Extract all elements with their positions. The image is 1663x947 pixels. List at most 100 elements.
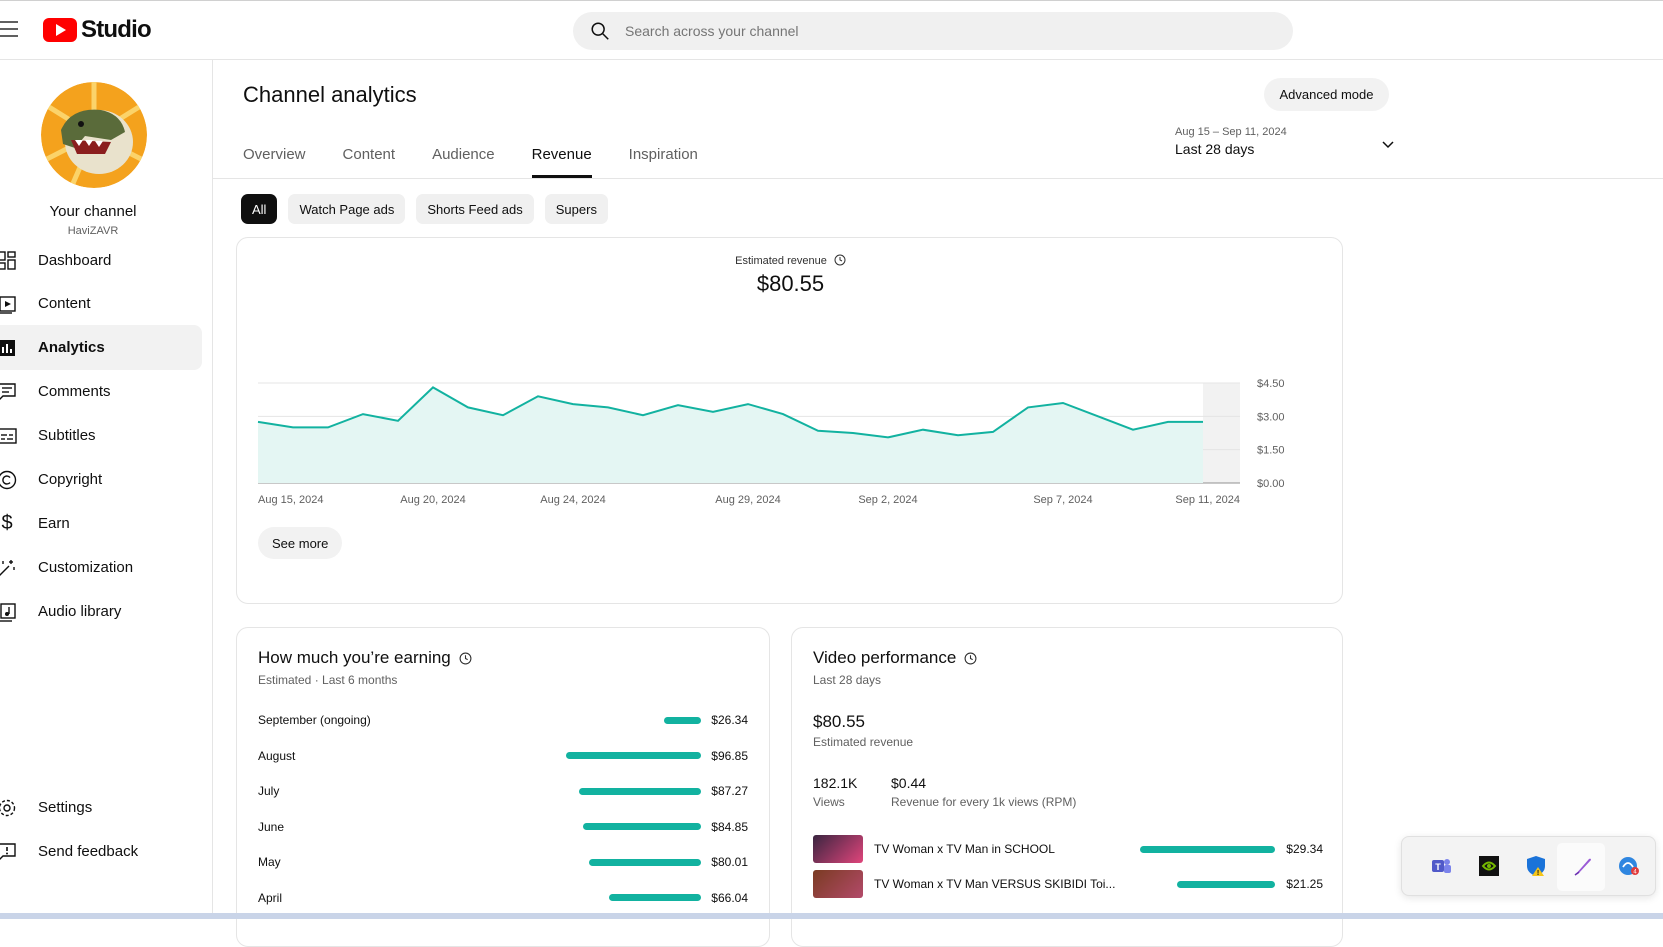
sidebar-item-label: Send feedback — [38, 843, 139, 860]
chart-x-tick-label: Sep 2, 2024 — [858, 494, 917, 506]
sidebar-item-send-feedback[interactable]: Send feedback — [0, 829, 202, 874]
studio-logo[interactable]: Studio — [43, 16, 152, 43]
vp-revenue-value: $80.55 — [813, 712, 865, 731]
video-thumbnail[interactable] — [813, 835, 863, 863]
system-tray-flyout: T ! 4 — [1401, 836, 1656, 896]
sidebar-item-label: Dashboard — [38, 252, 112, 269]
earnings-bar — [589, 858, 701, 866]
video-thumbnail[interactable] — [813, 870, 863, 898]
chip-shorts-feed-ads[interactable]: Shorts Feed ads — [416, 194, 534, 224]
page-title: Channel analytics — [243, 82, 417, 107]
channel-avatar[interactable] — [41, 82, 147, 188]
earnings-amount: $96.85 — [711, 748, 748, 763]
chart-area — [258, 387, 1203, 483]
video-title[interactable]: TV Woman x TV Man in SCHOOL — [874, 842, 1055, 856]
earnings-amount: $66.04 — [711, 890, 748, 905]
menu-icon[interactable] — [0, 21, 18, 37]
sidebar-item-content[interactable]: Content — [0, 281, 202, 326]
sidebar-item-label: Customization — [38, 559, 134, 576]
advanced-mode-button[interactable]: Advanced mode — [1264, 78, 1389, 111]
revenue-filter-chips: All Watch Page ads Shorts Feed ads Super… — [241, 194, 619, 224]
brand-text: Studio — [81, 16, 152, 43]
defender-icon[interactable]: ! — [1525, 855, 1547, 877]
sidebar-item-copyright[interactable]: Copyright — [0, 457, 202, 502]
svg-text:T: T — [1435, 862, 1441, 872]
earnings-bar — [609, 894, 701, 901]
youtube-logo-icon — [43, 18, 77, 42]
tab-audience[interactable]: Audience — [432, 146, 495, 178]
chart-x-tick-label: Sep 11, 2024 — [1175, 494, 1240, 506]
sidebar-item-settings[interactable]: Settings — [0, 785, 202, 830]
tab-revenue[interactable]: Revenue — [531, 146, 592, 178]
sidebar-item-comments[interactable]: Comments — [0, 369, 202, 414]
comments-icon — [0, 381, 18, 403]
chip-watch-page-ads[interactable]: Watch Page ads — [288, 194, 406, 224]
earnings-row: August $96.85 — [258, 746, 748, 766]
video-row[interactable]: TV Woman x TV Man in SCHOOL $29.34 — [813, 834, 1323, 864]
video-performance-card: Video performance Last 28 days $80.55 Es… — [791, 627, 1343, 947]
sidebar-item-label: Copyright — [38, 471, 103, 488]
content-icon — [0, 293, 18, 315]
chip-supers[interactable]: Supers — [544, 194, 608, 224]
channel-name: Your channel — [49, 203, 137, 220]
pen-icon[interactable] — [1572, 855, 1594, 877]
earnings-amount: $26.34 — [711, 713, 748, 727]
copyright-icon — [0, 469, 18, 491]
vp-views-value: 182.1K — [813, 775, 858, 791]
sidebar-item-audio-library[interactable]: Audio library — [0, 589, 202, 634]
video-revenue-amount: $21.25 — [1286, 877, 1323, 891]
search-input[interactable] — [625, 23, 1225, 39]
see-more-button[interactable]: See more — [258, 527, 343, 559]
sidebar-item-dashboard[interactable]: Dashboard — [0, 238, 202, 283]
sidebar-item-earn[interactable]: $ Earn — [0, 501, 202, 546]
video-revenue-bar — [1177, 880, 1275, 888]
sidebar-item-label: Earn — [38, 515, 70, 532]
earnings-row: September (ongoing) $26.34 — [258, 710, 748, 730]
dashboard-icon — [0, 250, 18, 272]
earnings-row: April $66.04 — [258, 888, 748, 908]
earnings-bar — [579, 787, 701, 795]
chip-all[interactable]: All — [241, 194, 278, 224]
tab-overview[interactable]: Overview — [243, 146, 306, 178]
teams-icon[interactable]: T — [1430, 855, 1452, 877]
date-range-picker[interactable]: Aug 15 – Sep 11, 2024 Last 28 days — [1175, 126, 1395, 166]
svg-text:!: ! — [1537, 870, 1539, 877]
video-performance-title: Video performance — [813, 648, 957, 667]
main-content: Channel analytics Advanced mode Overview… — [213, 60, 1663, 947]
video-row[interactable]: TV Woman x TV Man VERSUS SKIBIDI Toi... $… — [813, 869, 1323, 899]
earnings-month: June — [258, 819, 285, 834]
date-range-text: Aug 15 – Sep 11, 2024 — [1175, 126, 1287, 138]
earnings-month: August — [258, 748, 296, 763]
sidebar: Your channel HaviZAVR Dashboard Content … — [0, 60, 213, 919]
tab-content[interactable]: Content — [343, 146, 396, 178]
earnings-amount: $80.01 — [711, 855, 748, 869]
chart-x-tick-label: Sep 7, 2024 — [1033, 494, 1092, 506]
clock-info-icon[interactable] — [459, 652, 472, 665]
earnings-month: April — [258, 890, 283, 905]
vp-revenue-label: Estimated revenue — [813, 735, 914, 749]
video-title[interactable]: TV Woman x TV Man VERSUS SKIBIDI Toi... — [874, 877, 1115, 891]
sidebar-item-analytics[interactable]: Analytics — [0, 325, 202, 370]
gear-icon — [0, 797, 18, 819]
vp-rpm-value: $0.44 — [891, 775, 927, 791]
search-bar[interactable] — [573, 12, 1293, 50]
earnings-month: May — [258, 855, 281, 869]
earnings-row: May $80.01 — [258, 852, 748, 872]
earnings-row: June $84.85 — [258, 817, 748, 837]
earnings-amount: $84.85 — [711, 819, 748, 834]
search-icon[interactable] — [589, 20, 611, 42]
revenue-chart[interactable]: $0.00 $1.50 $3.00 $4.50 Aug 15, 2024 Aug 20, … — [237, 238, 1344, 518]
sidebar-item-customization[interactable]: Customization — [0, 545, 202, 590]
nvidia-icon[interactable] — [1478, 855, 1500, 877]
tab-inspiration[interactable]: Inspiration — [629, 146, 698, 178]
earnings-subtitle: Estimated · Last 6 months — [258, 673, 398, 687]
notification-app-icon[interactable]: 4 — [1618, 855, 1640, 877]
earn-icon: $ — [1, 512, 13, 534]
video-revenue-bar — [1140, 845, 1275, 853]
earnings-bar — [583, 823, 701, 830]
subtitles-icon — [0, 425, 18, 447]
sidebar-item-subtitles[interactable]: Subtitles — [0, 413, 202, 458]
vp-views-label: Views — [813, 795, 845, 809]
chart-y-tick-label: $4.50 — [1257, 378, 1285, 390]
clock-info-icon[interactable] — [964, 652, 977, 665]
